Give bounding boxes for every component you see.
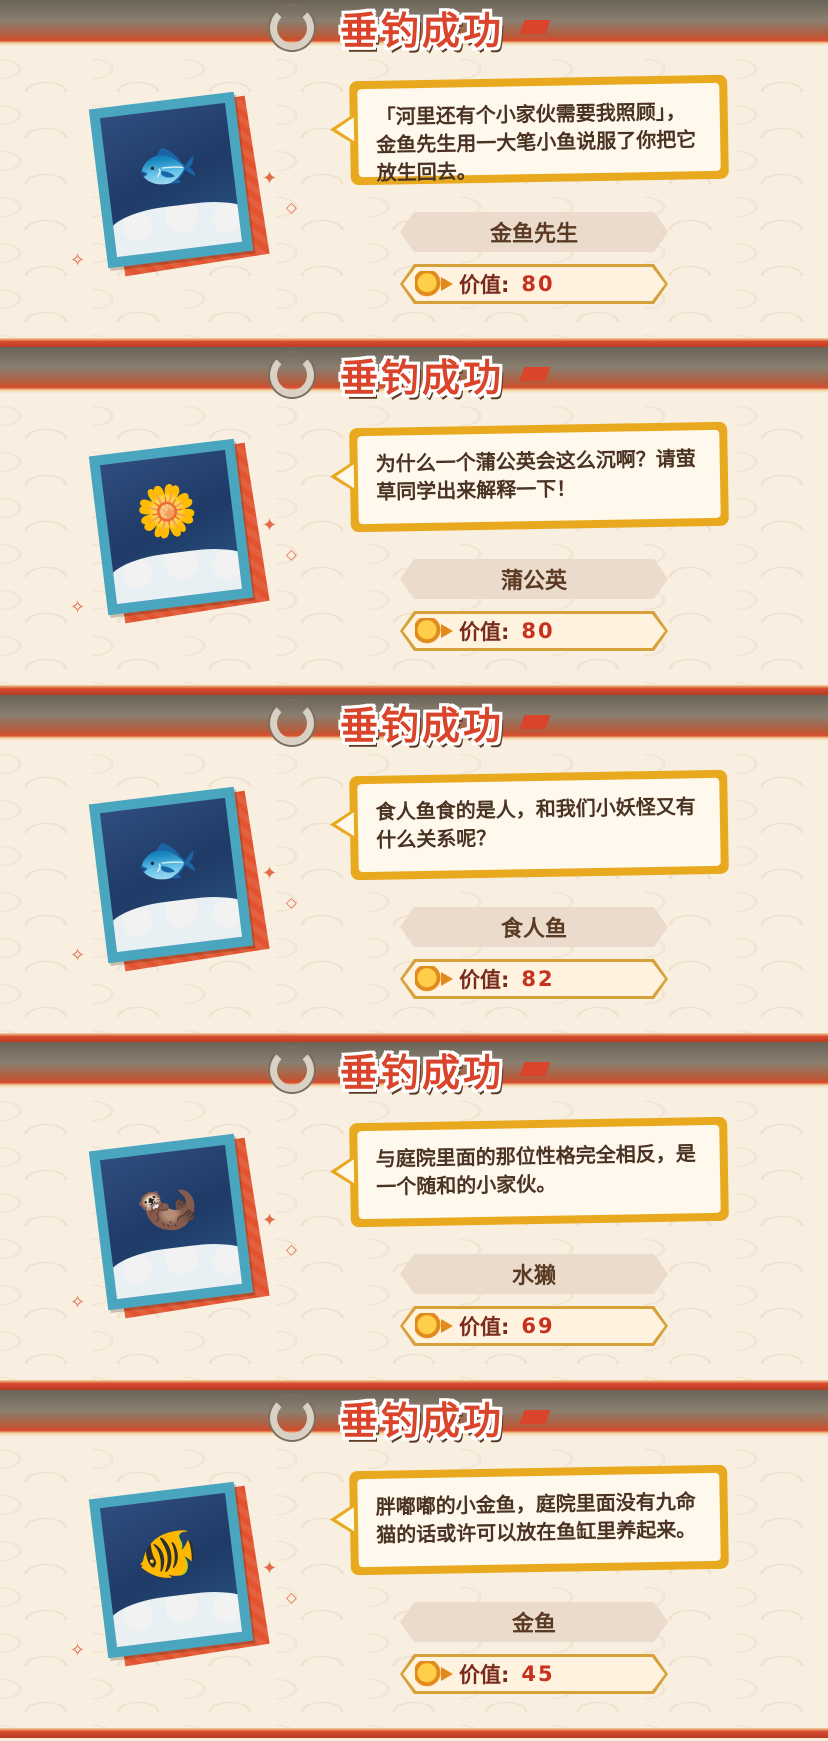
catch-value-ribbon: 价值: 80: [400, 264, 668, 304]
wave-decoration: [105, 890, 243, 953]
catch-name-ribbon: 蒲公英: [400, 559, 668, 599]
catch-value-ribbon: 价值: 80: [400, 611, 668, 651]
value-number: 69: [521, 1314, 555, 1338]
value-number: 80: [521, 272, 555, 296]
banner-title: 垂钓成功: [339, 1397, 504, 1443]
banner-flag-icon: [519, 20, 551, 34]
fish-coin-icon: [415, 1661, 445, 1687]
wave-decoration: [105, 1585, 243, 1648]
value-number: 82: [521, 967, 555, 991]
sparkle-icon: ✧: [70, 945, 86, 966]
catch-name: 水獭: [511, 1264, 556, 1289]
catch-description: 与庭院里面的那位性格完全相反，是一个随和的小家伙。: [357, 1124, 721, 1220]
fish-coin-icon: [415, 271, 445, 297]
catch-name-ribbon: 食人鱼: [400, 907, 668, 947]
speech-bubble: 与庭院里面的那位性格完全相反，是一个随和的小家伙。: [349, 1116, 729, 1228]
sparkle-icon: ✦: [262, 515, 278, 536]
catch-name: 蒲公英: [500, 569, 567, 594]
banner-title: 垂钓成功: [339, 1049, 504, 1095]
goldfish-gentleman-icon: 🐟: [132, 131, 202, 197]
banner-title: 垂钓成功: [339, 702, 504, 748]
catch-name-ribbon: 金鱼先生: [400, 212, 668, 252]
catch-result-card: 垂钓成功 ✦ ✦ ◇ ✧ 🌼 为什么一个蒲公英会这么沉啊？请萤草同学出来解释一下…: [0, 347, 828, 695]
catch-description: 「河里还有个小家伙需要我照顾」，金鱼先生用一大笔小鱼说服了你把它放生回去。: [357, 82, 721, 185]
catch-success-banner: 垂钓成功: [270, 695, 570, 751]
sparkle-icon: ✧: [70, 250, 86, 271]
catch-result-card: 垂钓成功 ✦ ✦ ◇ ✧ 🐠 胖嘟嘟的小金鱼，庭院里面没有九命猫的话或许可以放在…: [0, 1390, 828, 1738]
fishing-hook-icon: [270, 1048, 314, 1092]
catch-description: 为什么一个蒲公英会这么沉啊？请萤草同学出来解释一下！: [357, 429, 721, 525]
sparkle-icon: ✦: [262, 1210, 278, 1231]
value-number: 45: [521, 1662, 555, 1686]
catch-photo: 🌼: [88, 438, 254, 616]
fishing-hook-icon: [270, 1396, 314, 1440]
value-label: 价值:: [459, 1663, 510, 1687]
wave-decoration: [105, 195, 243, 258]
catch-result-card: 垂钓成功 ✦ ✦ ◇ ✧ 🐟 「河里还有个小家伙需要我照顾」，金鱼先生用一大笔小…: [0, 0, 828, 348]
speech-bubble: 胖嘟嘟的小金鱼，庭院里面没有九命猫的话或许可以放在鱼缸里养起来。: [349, 1464, 729, 1576]
sparkle-icon: ✦: [262, 168, 278, 189]
catch-name: 食人鱼: [500, 917, 567, 942]
fishing-hook-icon: [270, 701, 314, 745]
speech-bubble: 食人鱼食的是人，和我们小妖怪又有什么关系呢？: [349, 769, 729, 881]
value-label: 价值:: [459, 620, 510, 644]
speech-bubble: 为什么一个蒲公英会这么沉啊？请萤草同学出来解释一下！: [349, 421, 729, 533]
otter-icon: 🦦: [132, 1173, 202, 1239]
value-number: 80: [521, 619, 555, 643]
catch-photo: 🐟: [88, 91, 254, 269]
banner-title: 垂钓成功: [339, 354, 504, 400]
fishing-hook-icon: [270, 353, 314, 397]
wave-decoration: [105, 542, 243, 605]
sparkle-icon: ✧: [70, 1292, 86, 1313]
catch-success-banner: 垂钓成功: [270, 0, 570, 56]
banner-flag-icon: [519, 715, 551, 729]
wave-decoration: [105, 1237, 243, 1300]
piranha-icon: 🐟: [132, 826, 202, 892]
catch-description: 胖嘟嘟的小金鱼，庭院里面没有九命猫的话或许可以放在鱼缸里养起来。: [357, 1472, 721, 1568]
sparkle-icon: ◇: [286, 895, 297, 911]
banner-flag-icon: [519, 1410, 551, 1424]
catch-name: 金鱼先生: [489, 222, 578, 247]
catch-name-ribbon: 金鱼: [400, 1602, 668, 1642]
goldfish-icon: 🐠: [132, 1521, 202, 1587]
catch-description: 食人鱼食的是人，和我们小妖怪又有什么关系呢？: [357, 777, 721, 873]
speech-bubble: 「河里还有个小家伙需要我照顾」，金鱼先生用一大笔小鱼说服了你把它放生回去。: [349, 74, 729, 186]
banner-title: 垂钓成功: [339, 7, 504, 53]
fish-coin-icon: [415, 618, 445, 644]
catch-value-ribbon: 价值: 82: [400, 959, 668, 999]
sparkle-icon: ✧: [70, 1640, 86, 1661]
fishing-hook-icon: [270, 6, 314, 50]
catch-success-banner: 垂钓成功: [270, 347, 570, 403]
banner-flag-icon: [519, 367, 551, 381]
value-label: 价值:: [459, 273, 510, 297]
value-label: 价值:: [459, 968, 510, 992]
catch-name-ribbon: 水獭: [400, 1254, 668, 1294]
sparkle-icon: ◇: [286, 200, 297, 216]
catch-result-card: 垂钓成功 ✦ ✦ ◇ ✧ 🦦 与庭院里面的那位性格完全相反，是一个随和的小家伙。…: [0, 1042, 828, 1390]
catch-success-banner: 垂钓成功: [270, 1042, 570, 1098]
catch-photo: 🦦: [88, 1133, 254, 1311]
sparkle-icon: ✧: [70, 597, 86, 618]
catch-value-ribbon: 价值: 69: [400, 1306, 668, 1346]
sparkle-icon: ◇: [286, 1590, 297, 1606]
sparkle-icon: ✦: [262, 863, 278, 884]
catch-value-ribbon: 价值: 45: [400, 1654, 668, 1694]
catch-photo: 🐠: [88, 1481, 254, 1659]
sparkle-icon: ◇: [286, 1242, 297, 1258]
banner-flag-icon: [519, 1062, 551, 1076]
sparkle-icon: ✦: [262, 1558, 278, 1579]
catch-success-banner: 垂钓成功: [270, 1390, 570, 1446]
fish-coin-icon: [415, 966, 445, 992]
sparkle-icon: ◇: [286, 547, 297, 563]
catch-photo: 🐟: [88, 786, 254, 964]
catch-name: 金鱼: [511, 1612, 556, 1637]
fish-coin-icon: [415, 1313, 445, 1339]
catch-result-card: 垂钓成功 ✦ ✦ ◇ ✧ 🐟 食人鱼食的是人，和我们小妖怪又有什么关系呢？ 食人…: [0, 695, 828, 1043]
dandelion-icon: 🌼: [132, 478, 202, 544]
value-label: 价值:: [459, 1315, 510, 1339]
